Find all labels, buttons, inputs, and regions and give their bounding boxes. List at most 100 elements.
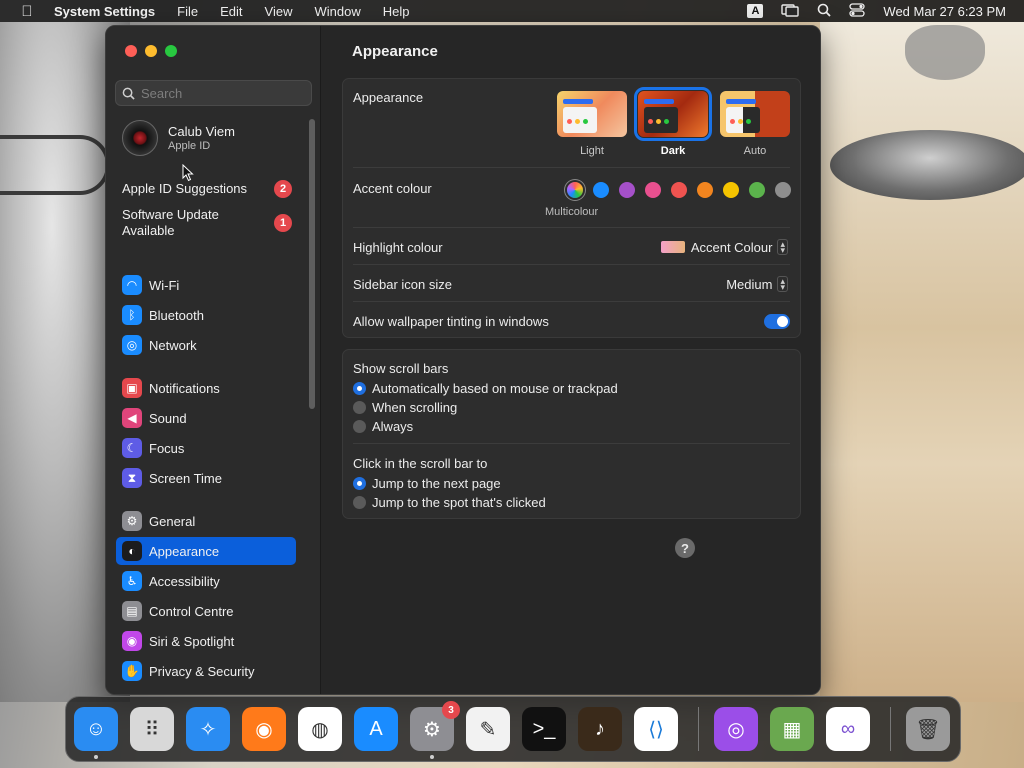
sidebar-scrollbar[interactable] — [309, 119, 315, 409]
appearance-dark-caption: Dark — [660, 145, 686, 157]
firefox-icon[interactable]: ◉ — [242, 707, 286, 751]
accent-colour-swatch[interactable] — [619, 182, 635, 198]
system-settings-icon[interactable]: ⚙ 3 — [410, 701, 460, 751]
textedit-icon[interactable]: ✎ — [466, 707, 510, 751]
menu-file[interactable]: File — [177, 4, 198, 19]
sidebar-item-focus[interactable]: ☾ Focus — [116, 434, 296, 462]
notice-badge: 2 — [274, 180, 292, 198]
accent-colour-swatch[interactable] — [645, 182, 661, 198]
sidebar-item-label: Wi-Fi — [149, 277, 180, 293]
garageband-icon[interactable]: ♪ — [578, 707, 622, 751]
terminal-icon[interactable]: >_ — [522, 707, 566, 751]
sidebar-item-appearance[interactable]: ◐ Appearance — [116, 537, 296, 565]
control-centre-icon: ▤ — [122, 601, 142, 621]
appearance-auto-caption: Auto — [743, 145, 767, 157]
gear-icon: ⚙ — [122, 511, 142, 531]
appearance-icon: ◐ — [122, 541, 142, 561]
dock-separator — [890, 707, 891, 751]
sidebar-item-siri-spotlight[interactable]: ◉ Siri & Spotlight — [116, 627, 296, 655]
highlight-colour-popup[interactable]: Accent Colour ▴ ▾ — [660, 239, 788, 255]
sidebar-item-wi-fi[interactable]: ◠ Wi-Fi — [116, 271, 296, 299]
radio-label: Automatically based on mouse or trackpad — [372, 381, 618, 396]
radio-label: When scrolling — [372, 400, 458, 415]
trash-icon[interactable]: 🗑 — [906, 707, 950, 751]
appearance-label: Appearance — [353, 90, 424, 105]
accent-colour-swatch[interactable] — [697, 182, 713, 198]
sidebar-item-accessibility[interactable]: ♿ Accessibility — [116, 567, 296, 595]
wallpaper-tinting-toggle[interactable] — [764, 314, 790, 329]
accent-colour-swatch[interactable] — [671, 182, 687, 198]
scroll-when-scrolling-radio[interactable]: When scrolling — [353, 400, 457, 415]
radio-label: Jump to the next page — [372, 476, 501, 491]
sidebar-item-control-centre[interactable]: ▤ Control Centre — [116, 597, 296, 625]
sidebar-item-label: Control Centre — [149, 603, 234, 619]
screen-mirroring-icon[interactable] — [781, 3, 800, 20]
app-store-icon[interactable]: A — [354, 707, 398, 751]
speaker-icon: ◀ — [122, 408, 142, 428]
accent-colour-swatch[interactable] — [723, 182, 739, 198]
spotlight-search-icon[interactable] — [817, 3, 832, 20]
popup-chevron-icon: ▴ ▾ — [777, 276, 788, 292]
visual-studio-icon[interactable]: ∞ — [826, 707, 870, 751]
bluetooth-icon: ᛒ — [122, 305, 142, 325]
sidebar-icon-size-popup[interactable]: Medium ▴ ▾ — [726, 276, 788, 292]
sidebar-item-network[interactable]: ◎ Network — [116, 331, 296, 359]
vscode-icon[interactable]: ⟨⟩ — [634, 707, 678, 751]
launchpad-icon[interactable]: ⠿ — [130, 707, 174, 751]
appearance-auto-option[interactable] — [720, 91, 790, 137]
appearance-light-option[interactable] — [557, 91, 627, 137]
window-controls — [125, 45, 177, 57]
menu-view[interactable]: View — [265, 4, 293, 19]
input-source-icon[interactable]: A — [747, 4, 764, 18]
minecraft-icon[interactable]: ▦ — [770, 707, 814, 751]
podcasts-icon[interactable]: ◎ — [714, 707, 758, 751]
control-centre-icon[interactable] — [849, 2, 866, 20]
highlight-colour-value: Accent Colour — [690, 239, 773, 255]
sidebar-item-label: Network — [149, 337, 197, 353]
popup-chevron-icon: ▴ ▾ — [777, 239, 788, 255]
scroll-auto-radio[interactable]: Automatically based on mouse or trackpad — [353, 381, 618, 396]
scroll-always-radio[interactable]: Always — [353, 419, 413, 434]
sidebar-item-label: Privacy & Security — [149, 663, 255, 679]
sidebar-item-screen-time[interactable]: ⧗ Screen Time — [116, 464, 296, 492]
wallpaper-glasses — [0, 135, 110, 195]
close-button[interactable] — [125, 45, 137, 57]
moon-icon: ☾ — [122, 438, 142, 458]
apple-id-profile[interactable]: Calub Viem Apple ID — [122, 120, 235, 156]
sidebar-item-general[interactable]: ⚙ General — [116, 507, 296, 535]
accent-colour-swatch[interactable] — [775, 182, 791, 198]
settings-window: Calub Viem Apple ID Apple ID Suggestions… — [105, 25, 821, 695]
menu-clock[interactable]: Wed Mar 27 6:23 PM — [883, 4, 1006, 19]
menu-edit[interactable]: Edit — [220, 4, 242, 19]
notice-apple-id-suggestions[interactable]: Apple ID Suggestions 2 — [122, 180, 292, 198]
accent-colour-swatch[interactable] — [593, 182, 609, 198]
sidebar-item-sound[interactable]: ◀ Sound — [116, 404, 296, 432]
sidebar-item-notifications[interactable]: ▣ Notifications — [116, 374, 296, 402]
zoom-button[interactable] — [165, 45, 177, 57]
accent-multicolour-swatch[interactable] — [567, 182, 583, 198]
safari-icon[interactable]: ✧ — [186, 707, 230, 751]
search-input[interactable] — [141, 85, 301, 101]
menu-window[interactable]: Window — [314, 4, 360, 19]
search-field[interactable] — [115, 80, 312, 106]
finder-icon[interactable]: ☺ — [74, 707, 118, 751]
menu-help[interactable]: Help — [383, 4, 410, 19]
highlight-colour-label: Highlight colour — [353, 240, 443, 255]
notice-software-update[interactable]: Software Update Available 1 — [122, 207, 292, 239]
chrome-icon[interactable]: ◍ — [298, 707, 342, 751]
minimize-button[interactable] — [145, 45, 157, 57]
jump-to-spot-radio[interactable]: Jump to the spot that's clicked — [353, 495, 546, 510]
apple-menu-icon[interactable]:  — [18, 3, 36, 20]
menu-app-name[interactable]: System Settings — [54, 4, 155, 19]
help-button[interactable]: ? — [675, 538, 695, 558]
wallpaper-logo — [905, 25, 985, 80]
hand-icon: ✋ — [122, 661, 142, 681]
sidebar-item-bluetooth[interactable]: ᛒ Bluetooth — [116, 301, 296, 329]
sidebar-item-privacy-security[interactable]: ✋ Privacy & Security — [116, 657, 296, 685]
notice-label: Software Update Available — [122, 207, 219, 238]
radio-label: Jump to the spot that's clicked — [372, 495, 546, 510]
sidebar-item-label: Accessibility — [149, 573, 220, 589]
jump-next-page-radio[interactable]: Jump to the next page — [353, 476, 501, 491]
appearance-dark-option[interactable] — [634, 87, 712, 141]
accent-colour-swatch[interactable] — [749, 182, 765, 198]
